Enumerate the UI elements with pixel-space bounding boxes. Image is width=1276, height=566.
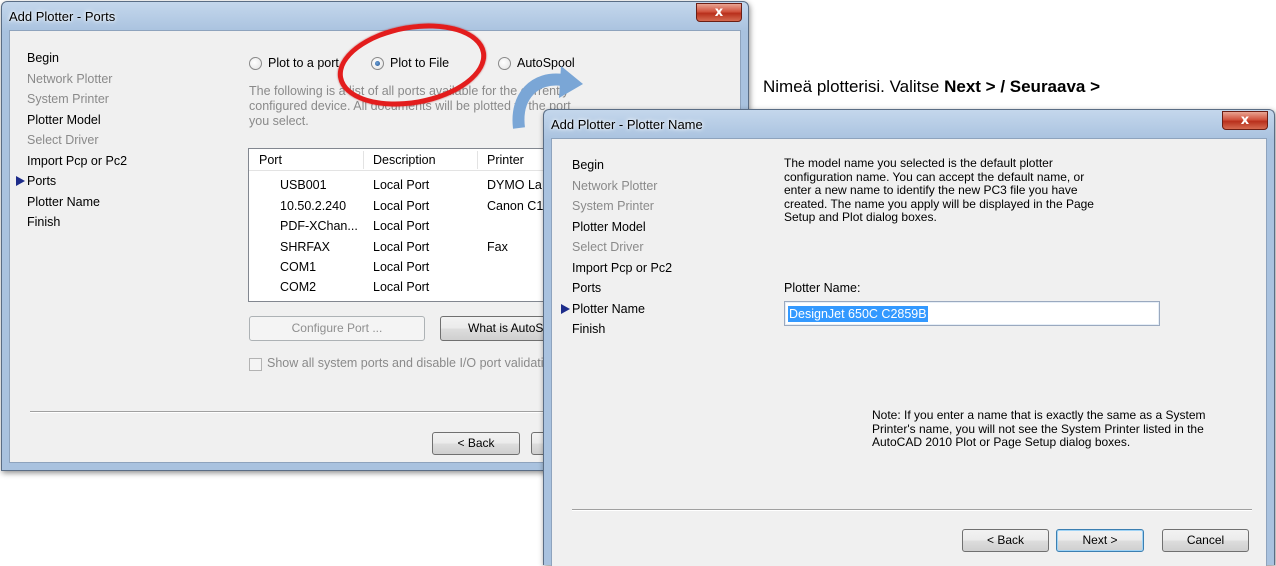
table-row-description[interactable]: Local Port — [373, 260, 429, 274]
step-select-driver: Select Driver — [27, 133, 99, 147]
column-divider — [363, 151, 364, 169]
current-step-arrow-icon — [561, 303, 570, 314]
caption-text: Nimeä plotterisi. Valitse — [763, 77, 945, 96]
ports-list[interactable]: Port Description Printer USB001 Local Po… — [248, 148, 578, 302]
ports-titlebar[interactable]: Add Plotter - Ports x — [2, 2, 748, 30]
next-button[interactable]: Next > — [1056, 529, 1144, 552]
plotter-name-dialog: Add Plotter - Plotter Name x Begin Netwo… — [543, 109, 1275, 566]
table-row-description[interactable]: Local Port — [373, 199, 429, 213]
plot-to-port-radio[interactable] — [249, 57, 262, 70]
plotter-name-client: Begin Network Plotter System Printer Plo… — [551, 138, 1267, 566]
step-plotter-name-label: Plotter Name — [572, 301, 645, 316]
plotter-name-separator — [572, 509, 1252, 511]
intro-line: configuration name. You can accept the d… — [784, 169, 1085, 184]
current-step-arrow-icon — [16, 176, 25, 186]
intro-line: The model name you selected is the defau… — [784, 156, 1053, 170]
close-icon[interactable]: x — [1222, 111, 1268, 130]
plotter-name-input[interactable]: DesignJet 650C C2859B — [784, 301, 1160, 326]
step-ports-current: Ports — [16, 171, 127, 192]
instruction-caption: Nimeä plotterisi. Valitse Next > / Seura… — [763, 77, 1100, 97]
table-row-port[interactable]: 10.50.2.240 — [280, 199, 346, 213]
step-plotter-model: Plotter Model — [27, 112, 101, 127]
step-system-printer: System Printer — [27, 92, 109, 106]
plotter-name-wizard-steps: Begin Network Plotter System Printer Plo… — [561, 155, 673, 340]
table-row-printer[interactable]: Canon C1 — [487, 199, 543, 213]
show-all-ports-label[interactable]: Show all system ports and disable I/O po… — [267, 356, 557, 370]
ports-list-header: Port Description Printer — [249, 149, 577, 171]
intro-line: enter a new name to identify the new PC3… — [784, 183, 1078, 197]
step-finish: Finish — [572, 322, 606, 336]
plotter-name-titlebar[interactable]: Add Plotter - Plotter Name x — [544, 110, 1274, 138]
note-line: Note: If you enter a name that is exactl… — [872, 408, 1206, 422]
step-ports: Ports — [572, 281, 602, 295]
note-line: AutoCAD 2010 Plot or Page Setup dialog b… — [872, 435, 1131, 449]
column-divider — [477, 151, 478, 169]
step-ports-label: Ports — [27, 174, 57, 188]
configure-port-button[interactable]: Configure Port ... — [249, 316, 425, 341]
plotter-name-dialog-title: Add Plotter - Plotter Name — [551, 117, 703, 132]
intro-line: created. The name you apply will be disp… — [784, 196, 1094, 211]
plotter-name-value: DesignJet 650C C2859B — [788, 306, 928, 322]
table-row-description[interactable]: Local Port — [373, 240, 429, 254]
intro-line: Setup and Plot dialog boxes. — [784, 210, 937, 224]
step-plotter-model: Plotter Model — [572, 219, 646, 234]
step-plotter-name-current: Plotter Name — [561, 299, 672, 320]
table-row-port[interactable]: PDF-XChan... — [280, 219, 358, 233]
note-line: Printer's name, you will not see the Sys… — [872, 421, 1204, 436]
step-network-plotter: Network Plotter — [27, 71, 113, 86]
step-system-printer: System Printer — [572, 199, 654, 213]
col-port-header[interactable]: Port — [259, 153, 282, 167]
table-row-description[interactable]: Local Port — [373, 219, 429, 233]
table-row-description[interactable]: Local Port — [373, 280, 429, 294]
step-finish: Finish — [27, 215, 61, 229]
col-printer-header[interactable]: Printer — [487, 153, 524, 167]
col-description-header[interactable]: Description — [373, 153, 436, 167]
table-row-printer[interactable]: Fax — [487, 240, 508, 254]
step-begin: Begin — [572, 158, 604, 172]
table-row-port[interactable]: COM2 — [280, 280, 316, 294]
table-row-description[interactable]: Local Port — [373, 178, 429, 192]
step-begin: Begin — [27, 51, 59, 65]
step-select-driver: Select Driver — [572, 240, 644, 254]
plotter-name-note: Note: If you enter a name that is exactl… — [872, 408, 1272, 450]
cancel-button[interactable]: Cancel — [1162, 529, 1249, 552]
step-network-plotter: Network Plotter — [572, 178, 658, 193]
plotter-name-intro: The model name you selected is the defau… — [784, 156, 1184, 225]
ports-back-button[interactable]: < Back — [432, 432, 520, 455]
caption-bold: Next > / Seuraava > — [944, 77, 1101, 96]
table-row-printer[interactable]: DYMO La — [487, 178, 542, 192]
show-all-ports-checkbox[interactable] — [249, 358, 262, 371]
table-row-port[interactable]: COM1 — [280, 260, 316, 274]
close-icon[interactable]: x — [696, 3, 742, 22]
back-button[interactable]: < Back — [962, 529, 1049, 552]
step-import-pcp: Import Pcp or Pc2 — [572, 260, 673, 275]
table-row-port[interactable]: USB001 — [280, 178, 327, 192]
step-import-pcp: Import Pcp or Pc2 — [27, 153, 128, 168]
step-plotter-name: Plotter Name — [27, 194, 100, 209]
plot-to-port-label[interactable]: Plot to a port — [268, 56, 339, 70]
plotter-name-label: Plotter Name: — [784, 281, 861, 295]
table-row-port[interactable]: SHRFAX — [280, 240, 330, 254]
ports-dialog-title: Add Plotter - Ports — [9, 9, 116, 24]
ports-wizard-steps: Begin Network Plotter System Printer Plo… — [16, 48, 128, 233]
